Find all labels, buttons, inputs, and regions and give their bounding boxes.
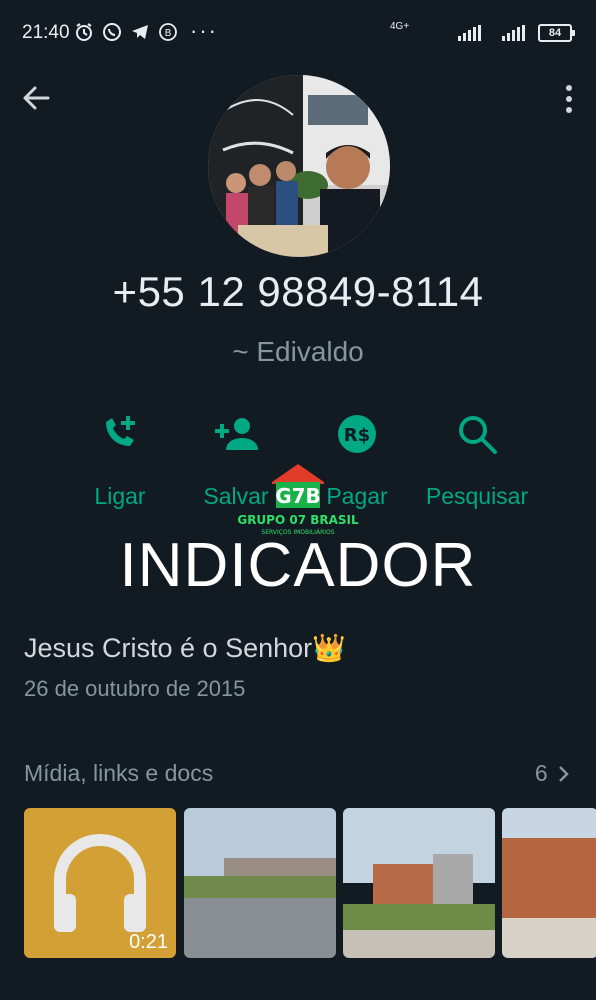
signal-2-icon: [502, 25, 525, 41]
photo-thumbnail-3[interactable]: [502, 808, 596, 958]
back-arrow-icon[interactable]: [20, 82, 52, 114]
network-type: 4G+: [390, 21, 410, 32]
alarm-icon: [76, 23, 92, 41]
media-count: 6: [534, 760, 548, 786]
about-status-date: 26 de outubro de 2015: [24, 676, 246, 701]
telegram-icon: [132, 25, 148, 39]
audio-duration: 0:21: [129, 931, 168, 953]
status-notification-icons: B: [74, 22, 178, 42]
media-count-link[interactable]: 6: [535, 760, 570, 787]
photo-thumbnail-1[interactable]: [184, 808, 336, 958]
more-notifications-icon: ···: [190, 18, 218, 43]
search-button-label: Pesquisar: [425, 483, 529, 509]
call-add-icon: [106, 416, 135, 446]
watermark-caption: INDICADOR: [119, 531, 477, 600]
photo-1-image: [184, 808, 336, 958]
media-thumbnails: 0:21: [24, 808, 596, 958]
about-section[interactable]: Jesus Cristo é o Senhor👑 26 de outubro d…: [0, 598, 596, 720]
status-bar: 21:40 B ··· 4G+ 84: [0, 0, 596, 62]
signal-icon: [458, 25, 481, 41]
media-section-title[interactable]: Mídia, links e docs: [24, 760, 213, 787]
audio-thumbnail[interactable]: 0:21: [24, 808, 176, 958]
contact-push-name: ~ Edivaldo: [232, 336, 364, 367]
brl-currency-icon: R$: [338, 415, 376, 453]
status-time: 21:40: [22, 22, 70, 43]
search-button[interactable]: Pesquisar: [412, 412, 542, 510]
add-contact-icon: [215, 418, 258, 450]
call-button[interactable]: Ligar: [55, 412, 185, 510]
search-icon: [459, 416, 497, 454]
photo-thumbnail-2[interactable]: [343, 808, 495, 958]
more-options-icon[interactable]: [564, 84, 574, 114]
photo-3-image: [502, 808, 596, 958]
battery-indicator: 84: [538, 24, 575, 42]
status-right: 4G+ 84: [390, 21, 575, 42]
watermark-brand: GRUPO 07 BRASIL: [237, 513, 359, 527]
whatsapp-icon: [103, 23, 121, 41]
media-section: Mídia, links e docs 6 0:21: [0, 736, 596, 1000]
chevron-right-icon: [559, 766, 569, 782]
about-status-text: Jesus Cristo é o Senhor👑: [24, 633, 346, 663]
call-button-label: Ligar: [94, 483, 146, 509]
photo-2-image: [343, 808, 495, 958]
contact-avatar[interactable]: [208, 75, 390, 257]
svg-text:R$: R$: [344, 425, 370, 446]
avatar-photo: [208, 75, 390, 257]
svg-text:G7B: G7B: [275, 484, 321, 508]
contact-phone-number: +55 12 98849-8114: [112, 268, 484, 315]
svg-text:B: B: [165, 28, 172, 39]
bitcoin-icon: B: [159, 23, 177, 41]
